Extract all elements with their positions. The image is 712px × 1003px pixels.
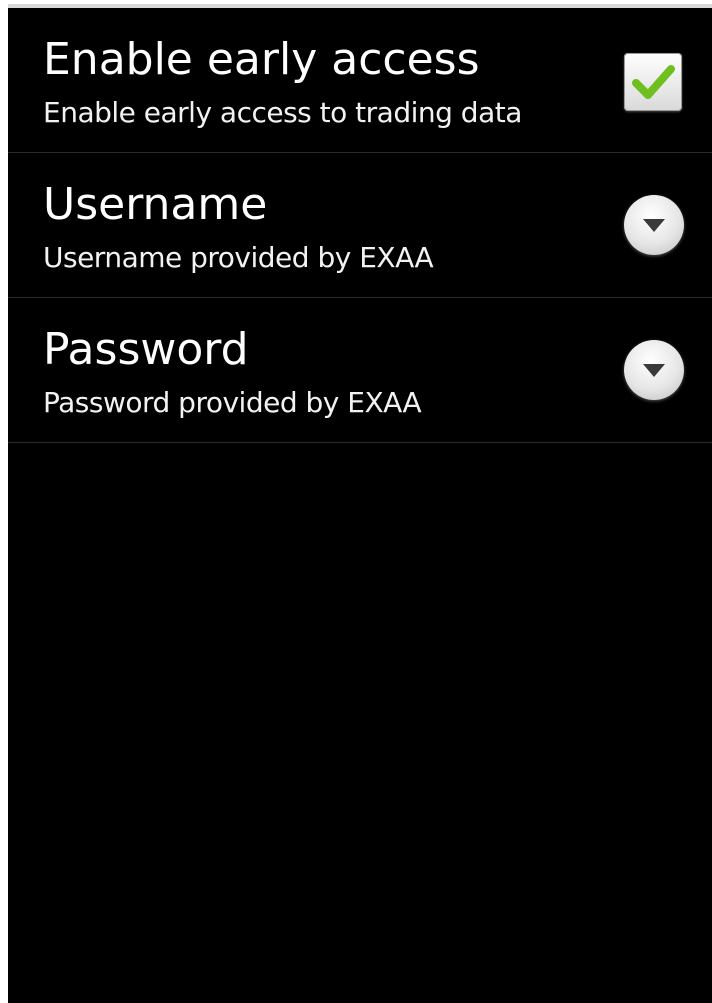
chevron-down-icon <box>643 219 665 232</box>
username-dropdown-button[interactable] <box>624 195 684 255</box>
preferences-screen: Enable early access Enable early access … <box>8 8 712 1003</box>
pref-enable-early-access[interactable]: Enable early access Enable early access … <box>8 8 712 153</box>
pref-summary: Enable early access to trading data <box>43 96 522 129</box>
pref-summary: Username provided by EXAA <box>43 241 434 274</box>
pref-title: Password <box>43 324 249 375</box>
pref-title: Username <box>43 179 268 230</box>
checkmark-icon <box>632 65 675 99</box>
pref-password[interactable]: Password Password provided by EXAA <box>8 298 712 443</box>
password-dropdown-button[interactable] <box>624 340 684 400</box>
chevron-down-icon <box>643 364 665 377</box>
pref-summary: Password provided by EXAA <box>43 386 422 419</box>
pref-title: Enable early access <box>43 34 480 85</box>
early-access-checkbox[interactable] <box>624 53 682 111</box>
pref-username[interactable]: Username Username provided by EXAA <box>8 153 712 298</box>
